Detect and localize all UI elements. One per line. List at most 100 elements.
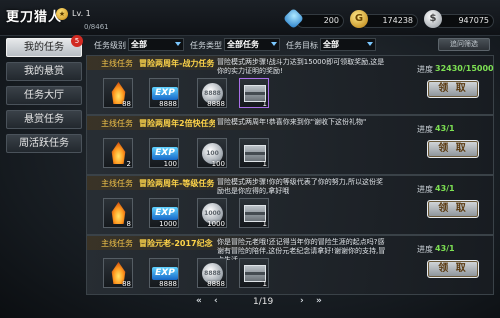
exp-icon: EXP [152,267,178,280]
target-filter-select[interactable]: 全部 [320,38,376,51]
window-title: 更刀猎人 [6,10,63,25]
sidebar-item-task-hall[interactable]: 任务大厅 [6,86,82,105]
quest-card: 主线任务 冒险元老-2017纪念 你是冒险元老哦!还记得当年你的冒险生涯的起点吗… [86,235,494,295]
reward-qty: 8888 [207,280,225,288]
silver-balance: 947075 [434,14,494,28]
sidebar-item-label: 我的任务 [24,42,64,53]
level-filter-label: 任务级别 [94,41,126,50]
reward-qty: 100 [211,160,225,168]
quest-description: 冒险模式两步骤!战斗力达到15000即可领取奖励,这是你的实力证明的奖励! [217,58,385,75]
chevron-down-icon [175,42,181,46]
reward-slot[interactable]: 88 [103,258,133,288]
level-filter-value: 全部 [131,40,147,49]
progress-value: 43/1 [435,244,455,253]
sidebar-item-bounty-tasks[interactable]: 悬赏任务 [6,110,82,129]
reward-qty: 100 [163,160,177,168]
reward-qty: 8888 [207,100,225,108]
reward-qty: 1 [262,280,267,288]
reward-slot[interactable]: 1 [239,78,269,108]
claim-button[interactable]: 领 取 [427,140,479,158]
claim-button[interactable]: 领 取 [427,200,479,218]
exp-icon: EXP [152,207,178,220]
exp-icon: EXP [152,87,178,100]
gem-balance: 200 [296,14,344,28]
progress-label: 进度 [417,185,433,194]
type-filter-select[interactable]: 全部任务 [224,38,280,51]
gold-icon: G [350,10,368,28]
exp-icon: EXP [152,147,178,160]
reward-qty: 8 [126,220,131,228]
quest-card: 主线任务 冒险两周年2倍快任务 冒险模式两周年!恭喜你来到你"谢收下这份礼物" … [86,115,494,175]
sidebar-item-my-tasks[interactable]: 我的任务 5 [6,35,83,57]
reward-slot[interactable]: EXP 100 [149,138,179,168]
reward-qty: 2 [126,160,131,168]
claim-button[interactable]: 领 取 [427,260,479,278]
prev-page-button[interactable]: ‹ [214,296,218,306]
reward-qty: 88 [122,280,131,288]
target-filter-label: 任务目标 [286,41,318,50]
progress-label: 进度 [417,125,433,134]
progress-value: 43/1 [435,184,455,193]
reward-slot[interactable]: EXP 8888 [149,258,179,288]
last-page-button[interactable]: » [316,296,322,306]
first-page-button[interactable]: « [196,296,202,306]
sidebar-item-label: 悬赏任务 [24,114,64,125]
sidebar-item-my-bounties[interactable]: 我的悬赏 [6,62,82,81]
filter-button[interactable]: 追问筛选 [438,38,490,51]
level-icon: ★ [56,8,68,20]
reward-slot[interactable]: 88 [103,78,133,108]
progress-value: 32430/15000 [435,64,494,73]
pagination: « ‹ 1/19 › » [196,296,326,310]
quest-count: 0/8461 [84,23,109,31]
reward-qty: 1 [262,100,267,108]
reward-qty: 1 [262,220,267,228]
reward-slot[interactable]: 8888 8888 [197,258,227,288]
progress-label: 进度 [417,245,433,254]
reward-slot[interactable]: 1 [239,258,269,288]
reward-slot[interactable]: 8 [103,198,133,228]
reward-qty: 88 [122,100,131,108]
reward-slot[interactable]: EXP 8888 [149,78,179,108]
quest-name: 冒险两周年-等级任务 [139,179,215,188]
quest-type: 主线任务 [101,239,133,248]
reward-qty: 8888 [159,100,177,108]
chevron-down-icon [367,42,373,46]
reward-slot[interactable]: EXP 1000 [149,198,179,228]
quest-type: 主线任务 [101,179,133,188]
reward-slot[interactable]: 100 100 [197,138,227,168]
quest-description: 冒险模式两周年!恭喜你来到你"谢收下这份礼物" [217,118,367,126]
quest-description: 你是冒险元老哦!还记得当年你的冒险生涯的起点吗?感谢有冒险的陪伴,这份元老纪念请… [217,238,386,260]
sidebar-item-label: 周活跃任务 [19,138,69,149]
filter-bar: 任务级别 全部 任务类型 全部任务 任务目标 全部 追问筛选 [86,38,494,53]
quest-type: 主线任务 [101,59,133,68]
reward-slot[interactable]: 1000 1000 [197,198,227,228]
target-filter-value: 全部 [323,40,339,49]
progress-label: 进度 [417,65,433,74]
reward-qty: 1000 [159,220,177,228]
quest-name: 冒险两周年2倍快任务 [139,119,215,128]
type-filter-value: 全部任务 [227,40,259,49]
reward-slot[interactable]: 8888 8888 [197,78,227,108]
sidebar-item-label: 我的悬赏 [24,66,64,77]
quest-card: 主线任务 冒险两周年-战力任务 冒险模式两步骤!战斗力达到15000即可领取奖励… [86,55,494,115]
sidebar-item-weekly-tasks[interactable]: 周活跃任务 [6,134,82,153]
reward-slot[interactable]: 1 [239,198,269,228]
type-filter-label: 任务类型 [190,41,222,50]
reward-slot[interactable]: 1 [239,138,269,168]
notification-badge: 5 [71,35,83,47]
reward-qty: 8888 [159,280,177,288]
claim-button[interactable]: 领 取 [427,80,479,98]
reward-qty: 1 [262,160,267,168]
sidebar-item-label: 任务大厅 [24,90,64,101]
quest-card: 主线任务 冒险两周年-等级任务 冒险模式两步骤!你的等级代表了你的努力,所以这份… [86,175,494,235]
page-indicator: 1/19 [253,297,274,307]
chevron-down-icon [271,42,277,46]
player-level: Lv. 1 [72,9,91,18]
silver-icon: $ [424,10,442,28]
next-page-button[interactable]: › [300,296,304,306]
gold-balance: 174238 [360,14,418,28]
level-filter-select[interactable]: 全部 [128,38,184,51]
reward-qty: 1000 [207,220,225,228]
quest-name: 冒险两周年-战力任务 [139,59,215,68]
reward-slot[interactable]: 2 [103,138,133,168]
